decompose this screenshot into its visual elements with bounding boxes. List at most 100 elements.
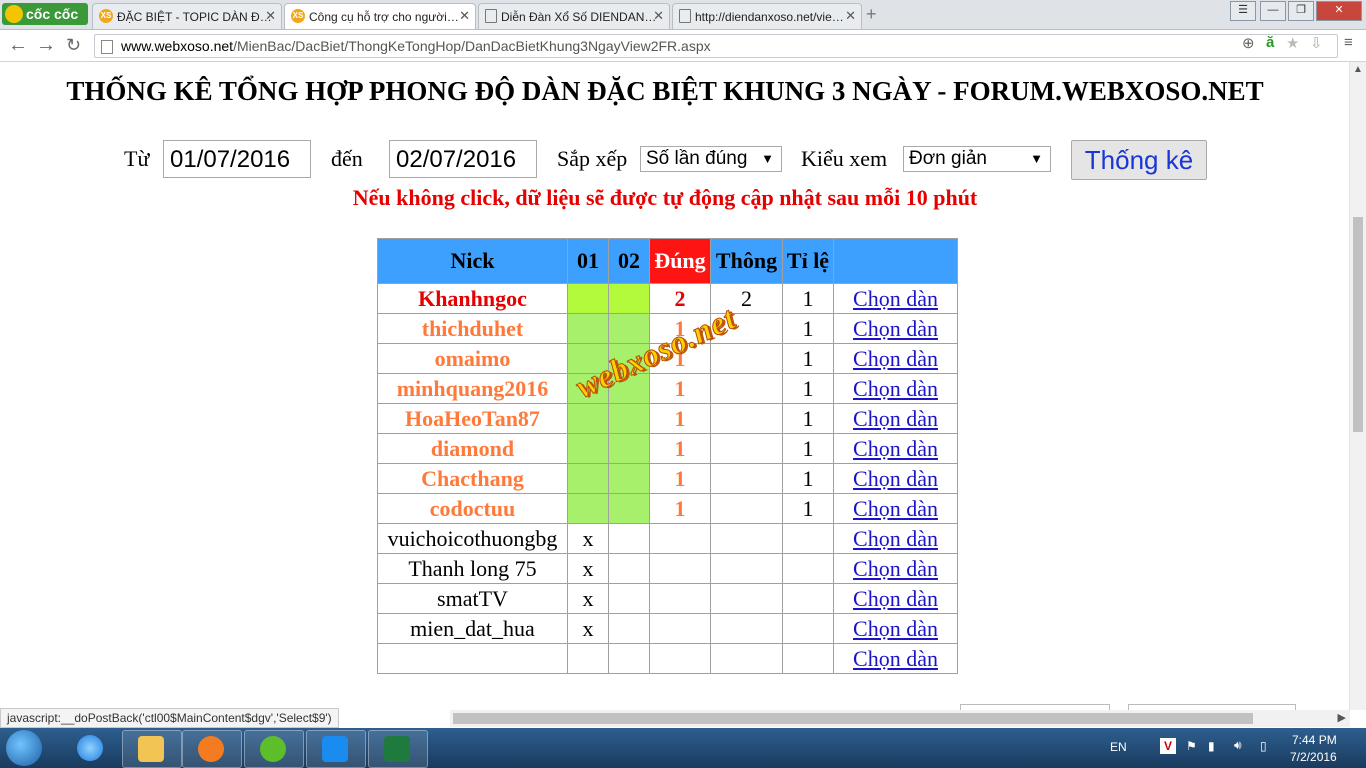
back-icon[interactable]: ← <box>8 34 28 57</box>
maximize-icon[interactable]: ❐ <box>1288 1 1314 21</box>
excel-icon[interactable] <box>368 730 428 768</box>
clock-time[interactable]: 7:44 PM <box>1292 733 1337 747</box>
day-01-cell <box>567 313 609 344</box>
chon-dan-link[interactable]: Chọn dàn <box>853 526 938 551</box>
minimize-icon[interactable]: — <box>1260 1 1286 21</box>
tab-label: Công cụ hỗ trợ cho người… <box>309 9 459 24</box>
scroll-up-icon[interactable]: ▲ <box>1353 64 1363 75</box>
url-field[interactable]: www.webxoso.net/MienBac/DacBiet/ThongKeT… <box>94 34 1338 58</box>
media-player-icon[interactable] <box>182 730 242 768</box>
chon-dan-link[interactable]: Chọn dàn <box>853 556 938 581</box>
day-01-cell <box>567 433 609 464</box>
close-tab-icon[interactable]: ✕ <box>845 4 856 28</box>
chon-dan-link[interactable]: Chọn dàn <box>853 436 938 461</box>
chevron-down-icon: ▼ <box>1030 151 1043 166</box>
day-01-cell: x <box>567 583 609 614</box>
zalo-icon[interactable] <box>306 730 366 768</box>
view-label: Kiểu xem <box>801 146 888 171</box>
download-icon[interactable]: ⇩ <box>1310 34 1323 52</box>
vietnamese-input-icon[interactable]: ă <box>1266 34 1274 51</box>
settings-menu-icon[interactable]: ≡ <box>1344 34 1353 51</box>
tab-diendanxoso[interactable]: http://diendanxoso.net/vie… ✕ <box>672 3 862 29</box>
from-date-input[interactable]: 01/07/2016 <box>163 140 311 178</box>
chon-dan-link[interactable]: Chọn dàn <box>853 586 938 611</box>
flag-icon[interactable]: ⚑ <box>1186 739 1197 753</box>
page-favicon-icon <box>485 8 497 23</box>
close-tab-icon[interactable]: ✕ <box>653 4 664 28</box>
chon-dan-link[interactable]: Chọn dàn <box>853 376 938 401</box>
day-02-cell <box>608 613 650 644</box>
ti-le-cell: 1 <box>782 493 834 524</box>
nick-cell: minhquang2016 <box>377 373 568 404</box>
table-header-row: Nick 01 02 Đúng Thông Tỉ lệ <box>377 238 958 284</box>
chon-dan-link[interactable]: Chọn dàn <box>853 466 938 491</box>
tab-dien-dan[interactable]: Diễn Đàn Xổ Số DIENDAN… ✕ <box>478 3 670 29</box>
tab-label: ĐẶC BIỆT - TOPIC DÀN Đ… <box>117 9 272 24</box>
day-02-cell <box>608 583 650 614</box>
thong-cell <box>710 643 783 674</box>
view-select[interactable]: Đơn giản ▼ <box>903 146 1051 172</box>
action-cell: Chọn dàn <box>833 433 958 464</box>
thong-cell <box>710 463 783 494</box>
start-button-icon[interactable] <box>6 730 42 766</box>
coccoc-logo[interactable]: cốc cốc <box>2 3 88 25</box>
nick-cell: omaimo <box>377 343 568 374</box>
day-02-cell <box>608 493 650 524</box>
coccoc-logo-icon <box>5 5 23 23</box>
ti-le-cell: 1 <box>782 283 834 314</box>
scroll-right-icon[interactable]: ▶ <box>1338 711 1346 724</box>
table-row: codoctuu 1 1 Chọn dàn <box>377 493 958 524</box>
battery-icon[interactable]: ▯ <box>1260 739 1267 753</box>
new-tab-icon[interactable]: + <box>866 4 877 25</box>
stats-table: Nick 01 02 Đúng Thông Tỉ lệ Khanhngoc 2 2 1… <box>377 238 958 674</box>
chon-dan-link[interactable]: Chọn dàn <box>853 646 938 671</box>
tab-strip: cốc cốc XS ĐẶC BIỆT - TOPIC DÀN Đ… ✕ XS Côn… <box>0 0 1366 30</box>
bookmark-star-icon[interactable]: ★ <box>1286 34 1299 52</box>
thong-cell <box>710 613 783 644</box>
chon-dan-link[interactable]: Chọn dàn <box>853 496 938 521</box>
forward-icon[interactable]: → <box>36 34 56 57</box>
thong-cell <box>710 583 783 614</box>
to-date-input[interactable]: 02/07/2016 <box>389 140 537 178</box>
submit-button[interactable]: Thống kê <box>1071 140 1207 180</box>
action-cell: Chọn dàn <box>833 553 958 584</box>
ti-le-cell: 1 <box>782 373 834 404</box>
table-row: vuichoicothuongbg x Chọn dàn <box>377 523 958 554</box>
ie-icon[interactable] <box>62 730 120 766</box>
tab-cong-cu[interactable]: XS Công cụ hỗ trợ cho người… ✕ <box>284 3 476 29</box>
chon-dan-link[interactable]: Chọn dàn <box>853 316 938 341</box>
dung-cell: 1 <box>649 493 711 524</box>
network-icon[interactable]: ▮ <box>1208 739 1215 753</box>
chon-dan-link[interactable]: Chọn dàn <box>853 406 938 431</box>
antivirus-icon[interactable]: V <box>1160 738 1176 754</box>
close-tab-icon[interactable]: ✕ <box>459 4 470 28</box>
zoom-icon[interactable]: ⊕ <box>1242 34 1255 52</box>
chon-dan-link[interactable]: Chọn dàn <box>853 346 938 371</box>
explorer-icon[interactable] <box>122 730 182 768</box>
chon-dan-link[interactable]: Chọn dàn <box>853 616 938 641</box>
view-select-value: Đơn giản <box>909 148 987 169</box>
clock-date[interactable]: 7/2/2016 <box>1290 750 1337 764</box>
volume-icon[interactable]: 🔊︎ <box>1234 738 1242 753</box>
coccoc-icon[interactable] <box>244 730 304 768</box>
ti-le-cell: 1 <box>782 313 834 344</box>
vertical-scrollbar[interactable]: ▲ <box>1349 62 1366 710</box>
chon-dan-link[interactable]: Chọn dàn <box>853 286 938 311</box>
thong-cell <box>710 343 783 374</box>
close-tab-icon[interactable]: ✕ <box>265 4 276 28</box>
table-row: HoaHeoTan87 1 1 Chọn dàn <box>377 403 958 434</box>
close-window-icon[interactable]: ✕ <box>1316 1 1362 21</box>
tab-dac-biet-topic[interactable]: XS ĐẶC BIỆT - TOPIC DÀN Đ… ✕ <box>92 3 282 29</box>
page-title: THỐNG KÊ TỔNG HỢP PHONG ĐỘ DÀN ĐẶC BIỆT … <box>66 76 1264 106</box>
action-cell: Chọn dàn <box>833 613 958 644</box>
sort-select[interactable]: Số lần đúng ▼ <box>640 146 782 172</box>
scroll-thumb[interactable] <box>1353 217 1363 432</box>
ti-le-cell: 1 <box>782 433 834 464</box>
dung-cell: 1 <box>649 463 711 494</box>
language-indicator[interactable]: EN <box>1110 740 1127 754</box>
menu-icon[interactable]: ☰ <box>1230 1 1256 21</box>
ti-le-cell <box>782 523 834 554</box>
horizontal-scrollbar[interactable]: ▶ <box>450 710 1350 727</box>
scroll-thumb[interactable] <box>453 713 1253 724</box>
reload-icon[interactable]: ↻ <box>66 35 81 56</box>
